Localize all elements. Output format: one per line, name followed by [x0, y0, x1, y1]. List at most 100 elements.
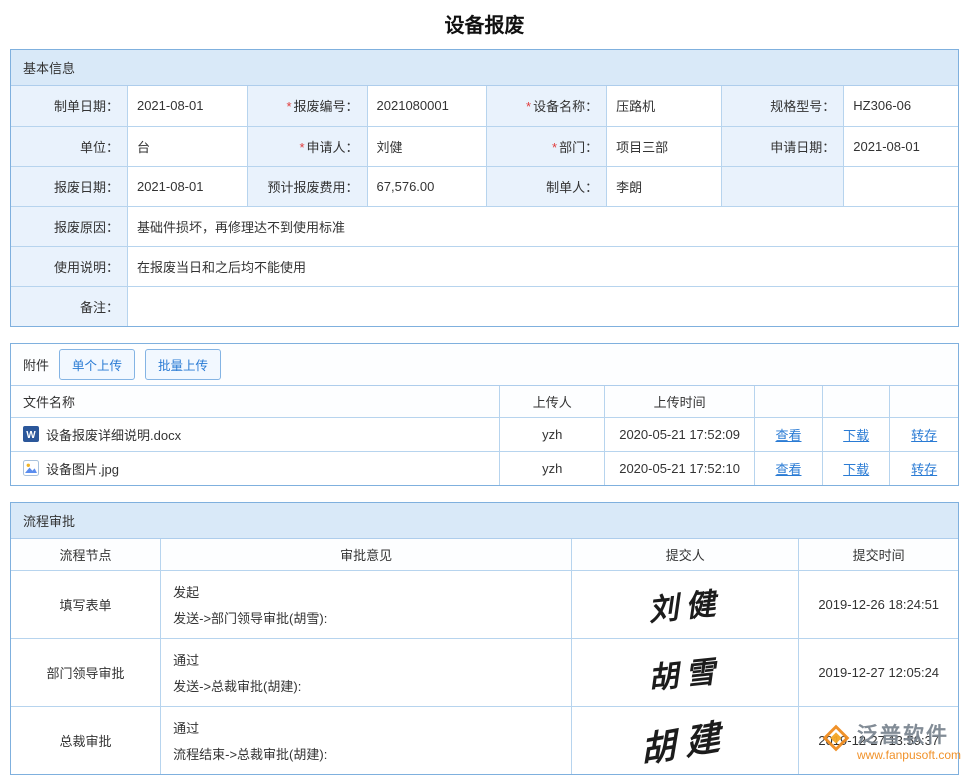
- uploader-cell: yzh: [500, 417, 605, 451]
- transfer-link[interactable]: 转存: [911, 462, 937, 477]
- approval-row: 填写表单 发起 发送->部门领导审批(胡雪): 刘健 2019-12-26 18…: [11, 570, 958, 638]
- field-label-estimated-cost: 预计报废费用：: [247, 166, 367, 206]
- signature: 胡建: [639, 707, 731, 774]
- label-text: 设备名称：: [533, 99, 598, 114]
- attachments-panel: 附件 单个上传 批量上传 文件名称 上传人 上传时间 W: [10, 343, 959, 486]
- flow-node-cell: 填写表单: [11, 570, 161, 638]
- transfer-cell: 转存: [890, 451, 958, 485]
- file-row: W 设备报废详细说明.docx yzh 2020-05-21 17:52:09 …: [11, 417, 958, 451]
- field-value-applicant: 刘健: [367, 126, 487, 166]
- field-label-usage-note: 使用说明：: [11, 246, 127, 286]
- brand-url: www.fanpusoft.com: [857, 748, 961, 763]
- svg-text:W: W: [26, 430, 36, 441]
- field-value-scrap-date: 2021-08-01: [127, 166, 247, 206]
- attachments-table: 文件名称 上传人 上传时间 W 设备报废详细说明.docx yzh: [11, 386, 958, 485]
- actions-header-cell: [754, 386, 822, 417]
- image-file-icon: [23, 460, 39, 476]
- actions-header-cell: [823, 386, 890, 417]
- value-text: 2021-08-01: [137, 98, 204, 113]
- basic-row-2: 单位： 台 *申请人： 刘健 *部门： 项目三部 申请日期： 2021-08-0…: [11, 126, 958, 166]
- download-link[interactable]: 下载: [843, 462, 869, 477]
- approval-flow-title: 流程审批: [23, 511, 75, 530]
- basic-row-usage: 使用说明： 在报废当日和之后均不能使用: [11, 246, 958, 286]
- label-text: 申请人：: [307, 140, 359, 155]
- label-text: 报废原因：: [54, 220, 119, 235]
- required-marker: *: [552, 140, 557, 155]
- field-value-usage-note: 在报废当日和之后均不能使用: [127, 246, 958, 286]
- field-value-scrap-reason: 基础件损坏，再修理达不到使用标准: [127, 206, 958, 246]
- field-label-make-date: 制单日期：: [11, 86, 127, 126]
- approval-row: 部门领导审批 通过 发送->总裁审批(胡建): 胡雪 2019-12-27 12…: [11, 638, 958, 706]
- approval-flow-table: 流程节点 审批意见 提交人 提交时间 填写表单 发起 发送->部门领导审批(胡雪…: [11, 539, 958, 774]
- field-value-make-date: 2021-08-01: [127, 86, 247, 126]
- word-file-icon: W: [23, 426, 39, 442]
- basic-row-3: 报废日期： 2021-08-01 预计报废费用： 67,576.00 制单人： …: [11, 166, 958, 206]
- upload-time-cell: 2020-05-21 17:52:09: [605, 417, 755, 451]
- label-text: 备注：: [80, 300, 119, 315]
- opinion-line1: 通过: [173, 718, 571, 737]
- attachments-header-row: 文件名称 上传人 上传时间: [11, 386, 958, 417]
- label-text: 使用说明：: [54, 260, 119, 275]
- required-marker: *: [286, 99, 291, 114]
- flow-node-header: 流程节点: [11, 539, 161, 570]
- field-label-empty: [721, 166, 844, 206]
- label-text: 报废编号：: [294, 99, 359, 114]
- value-text: 台: [137, 140, 150, 155]
- transfer-link[interactable]: 转存: [911, 428, 937, 443]
- basic-row-remark: 备注：: [11, 286, 958, 326]
- view-link[interactable]: 查看: [775, 428, 801, 443]
- value-text: 67,576.00: [377, 179, 435, 194]
- basic-info-table: 制单日期： 2021-08-01 *报废编号： 2021080001 *设备名称…: [11, 86, 958, 326]
- field-value-spec-model: HZ306-06: [844, 86, 958, 126]
- submitter-signature-cell: 胡建: [572, 706, 799, 774]
- submitter-header: 提交人: [572, 539, 799, 570]
- field-value-remark: [127, 286, 958, 326]
- uploader-header: 上传人: [500, 386, 605, 417]
- download-link[interactable]: 下载: [843, 428, 869, 443]
- field-value-department: 项目三部: [607, 126, 722, 166]
- batch-upload-button[interactable]: 批量上传: [145, 349, 221, 380]
- approval-row: 总裁审批 通过 流程结束->总裁审批(胡建): 胡建 2019-12-27 13…: [11, 706, 958, 774]
- file-name-text: 设备图片.jpg: [46, 459, 119, 478]
- fanpu-logo-icon: [820, 724, 852, 761]
- value-text: 2021080001: [377, 98, 449, 113]
- flow-node-cell: 部门领导审批: [11, 638, 161, 706]
- brand-name: 泛普软件: [857, 724, 949, 748]
- submit-time-header: 提交时间: [799, 539, 958, 570]
- opinion-cell: 通过 发送->总裁审批(胡建):: [161, 638, 572, 706]
- attachments-header: 附件 单个上传 批量上传: [11, 344, 958, 386]
- upload-time-cell: 2020-05-21 17:52:10: [605, 451, 755, 485]
- field-label-apply-date: 申请日期：: [721, 126, 844, 166]
- basic-row-1: 制单日期： 2021-08-01 *报废编号： 2021080001 *设备名称…: [11, 86, 958, 126]
- field-value-empty: [844, 166, 958, 206]
- field-label-department: *部门：: [487, 126, 607, 166]
- field-label-scrap-date: 报废日期：: [11, 166, 127, 206]
- opinion-line2: 发送->总裁审批(胡建):: [173, 676, 571, 695]
- file-name-header: 文件名称: [11, 386, 500, 417]
- view-link[interactable]: 查看: [775, 462, 801, 477]
- attachments-title: 附件: [23, 355, 49, 374]
- fanpu-logo: 泛普软件 www.fanpusoft.com: [820, 724, 961, 763]
- basic-info-title: 基本信息: [23, 58, 75, 77]
- label-text: 规格型号：: [770, 99, 835, 114]
- file-name-text: 设备报废详细说明.docx: [46, 425, 181, 444]
- field-label-scrap-no: *报废编号：: [247, 86, 367, 126]
- opinion-line1: 通过: [173, 650, 571, 669]
- opinion-header: 审批意见: [161, 539, 572, 570]
- field-label-device-name: *设备名称：: [487, 86, 607, 126]
- label-text: 申请日期：: [770, 140, 835, 155]
- field-label-scrap-reason: 报废原因：: [11, 206, 127, 246]
- field-value-scrap-no: 2021080001: [367, 86, 487, 126]
- required-marker: *: [299, 140, 304, 155]
- field-label-maker: 制单人：: [487, 166, 607, 206]
- field-value-apply-date: 2021-08-01: [844, 126, 958, 166]
- single-upload-button[interactable]: 单个上传: [59, 349, 135, 380]
- signature: 刘健: [646, 578, 724, 629]
- submit-time-cell: 2019-12-27 12:05:24: [799, 638, 958, 706]
- download-cell: 下载: [823, 451, 890, 485]
- flow-node-cell: 总裁审批: [11, 706, 161, 774]
- label-text: 单位：: [80, 140, 119, 155]
- file-name-cell: 设备图片.jpg: [11, 451, 500, 485]
- actions-header-cell: [890, 386, 958, 417]
- transfer-cell: 转存: [890, 417, 958, 451]
